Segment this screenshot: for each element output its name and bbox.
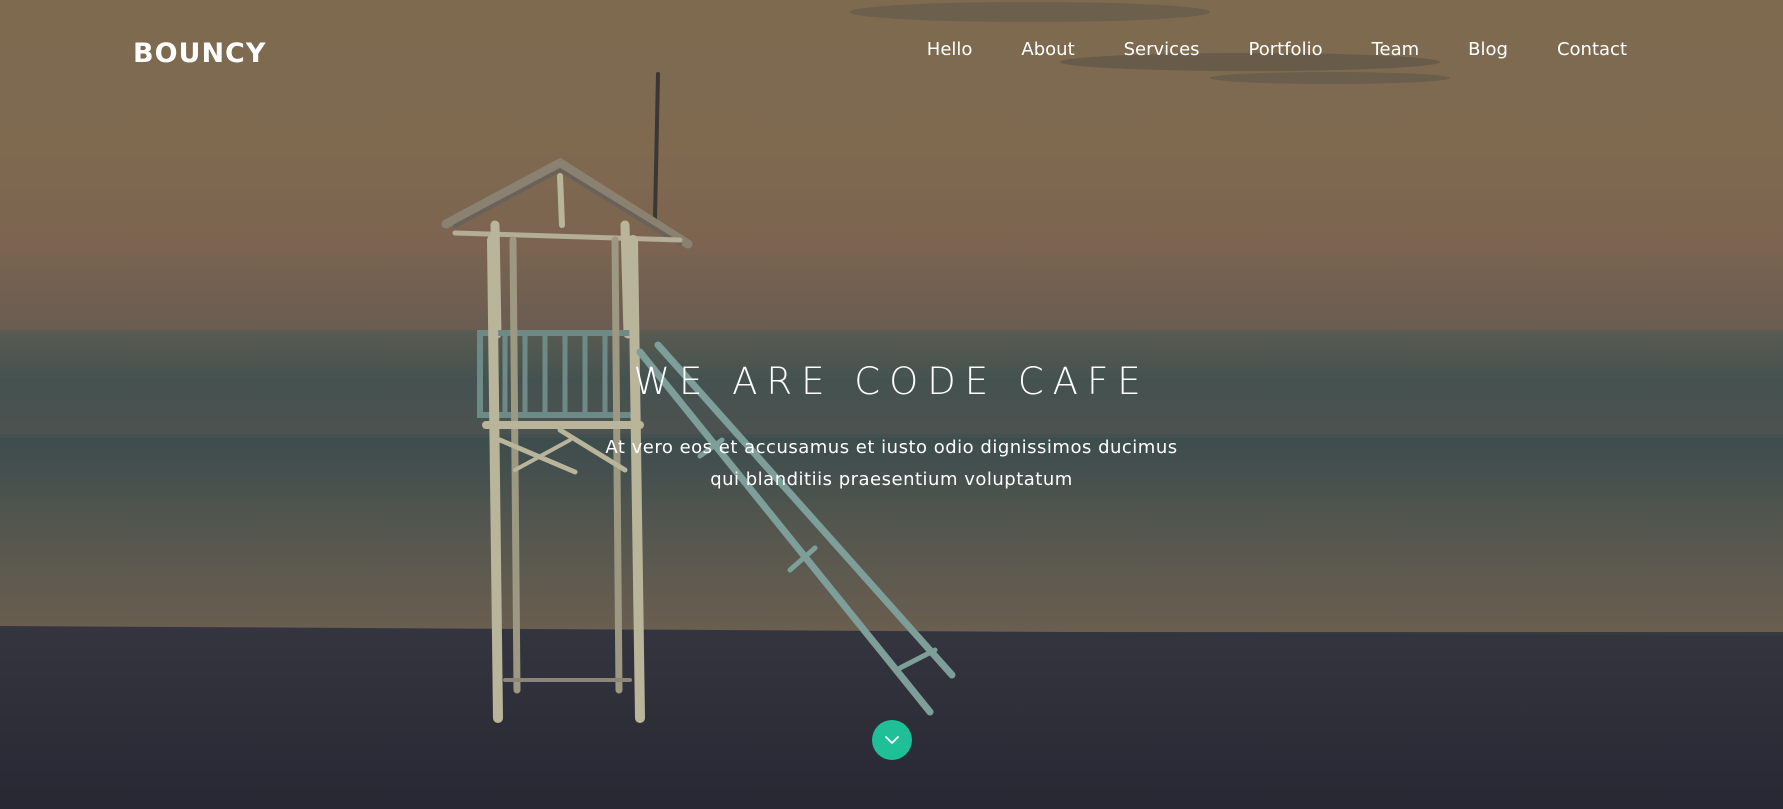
- scroll-down-button[interactable]: [872, 720, 912, 760]
- chevron-down-icon: [885, 736, 899, 744]
- nav-item-portfolio[interactable]: Portfolio: [1249, 39, 1323, 60]
- nav-item-team[interactable]: Team: [1372, 39, 1420, 60]
- top-navigation: BOUNCY Hello About Services Portfolio Te…: [0, 0, 1783, 104]
- nav-item-hello[interactable]: Hello: [927, 39, 973, 60]
- nav-item-services[interactable]: Services: [1124, 39, 1200, 60]
- hero-title: WE ARE CODE CAFE: [633, 360, 1150, 403]
- nav-item-contact[interactable]: Contact: [1557, 39, 1627, 60]
- hero-subtitle: At vero eos et accusamus et iusto odio d…: [605, 437, 1178, 490]
- hero-background-image: [0, 2, 1783, 809]
- main-menu: Hello About Services Portfolio Team Blog…: [927, 39, 1627, 60]
- brand-logo[interactable]: BOUNCY: [133, 38, 266, 69]
- nav-item-blog[interactable]: Blog: [1468, 39, 1508, 60]
- hero-section: BOUNCY Hello About Services Portfolio Te…: [0, 0, 1783, 809]
- nav-item-about[interactable]: About: [1021, 39, 1074, 60]
